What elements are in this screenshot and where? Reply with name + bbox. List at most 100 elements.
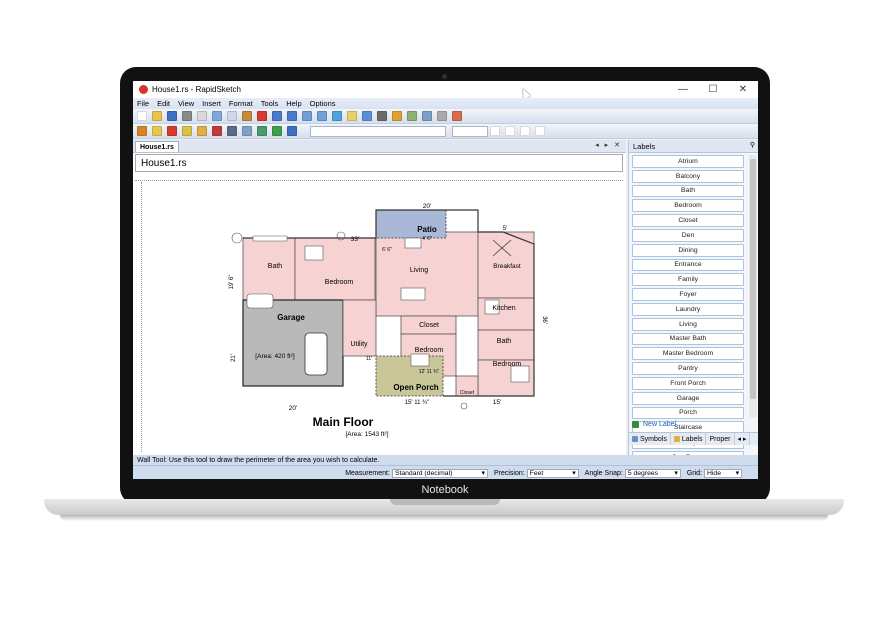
tab-symbols[interactable]: Symbols [629,433,671,445]
monitor-icon[interactable] [287,126,297,136]
grid-label: Grid: [686,469,702,477]
panel-tab-arrows[interactable]: ◂ ▸ [735,433,751,445]
status-bar: Wall Tool: Use this tool to draw the per… [133,455,758,465]
italic-icon[interactable] [505,126,515,136]
grid-value: Hide [707,469,721,477]
line-style-icon[interactable] [437,111,447,121]
menu-view[interactable]: View [174,99,198,108]
font-size-combo[interactable] [451,125,488,137]
print-icon[interactable] [182,111,192,121]
minimize-button[interactable]: — [668,81,698,98]
label-item-front-porch[interactable]: Front Porch [632,376,744,390]
measurement-select[interactable]: Standard (decimal) ▾ [391,468,488,478]
redo-icon[interactable] [287,111,297,121]
label-item-master-bedroom[interactable]: Master Bedroom [632,347,744,361]
tab-properties[interactable]: Proper [706,433,735,445]
angle-snap-select[interactable]: 5 degrees ▾ [624,468,681,478]
label-item-living[interactable]: Living [632,317,744,331]
rectangle-icon[interactable] [212,126,222,136]
pencil-icon[interactable] [182,126,192,136]
label-bedroom3: Bedroom [493,361,522,368]
dim-porch-width: 15' 11 ¾" [405,400,430,406]
dim-5: 5' [503,226,507,232]
menu-format[interactable]: Format [225,99,257,108]
cut-icon[interactable] [212,111,222,121]
tab-properties-label: Proper [709,435,731,443]
link-icon[interactable] [227,126,237,136]
car-symbol-icon [304,332,328,376]
angle-snap-label: Angle Snap: [584,469,623,477]
undo-icon[interactable] [272,111,282,121]
table-icon[interactable] [257,126,267,136]
labels-scroll-thumb[interactable] [750,159,756,399]
menu-help[interactable]: Help [282,99,305,108]
grid-select[interactable]: Hide ▾ [704,468,742,478]
menu-edit[interactable]: Edit [153,99,174,108]
zoom-in-icon[interactable] [302,111,312,121]
label-item-den[interactable]: Den [632,228,744,242]
color-picker-icon[interactable] [167,126,177,136]
note-icon[interactable] [347,111,357,121]
new-label-button[interactable]: New Label [632,419,752,429]
delete-icon[interactable] [257,111,267,121]
label-item-master-bath[interactable]: Master Bath [632,332,744,346]
tab-labels[interactable]: Labels [671,433,707,445]
label-item-family[interactable]: Family [632,273,744,287]
label-item-bath[interactable]: Bath [632,184,744,198]
status-text: Wall Tool: Use this tool to draw the per… [137,456,380,464]
print-preview-icon[interactable] [197,111,207,121]
label-item-balcony[interactable]: Balcony [632,169,744,183]
paint-icon[interactable] [407,111,417,121]
fire-icon[interactable] [137,126,147,136]
label-item-foyer[interactable]: Foyer [632,288,744,301]
wall-tool-icon[interactable] [392,111,402,121]
label-item-pantry[interactable]: Pantry [632,362,744,375]
labels-scrollbar[interactable] [749,155,757,417]
label-item-atrium[interactable]: Atrium [632,155,744,168]
label-item-bedroom[interactable]: Bedroom [632,199,744,213]
bold-icon[interactable] [490,126,500,136]
align-icon[interactable] [535,126,545,136]
zoom-out-icon[interactable] [317,111,327,121]
laptop-notch [390,499,500,505]
underline-icon[interactable] [520,126,530,136]
new-label-text: New Label [643,420,677,428]
edit-icon[interactable] [362,111,372,121]
diamond-icon[interactable] [152,126,162,136]
labels-panel-header: Labels ⚲ [629,140,758,153]
copy-icon[interactable] [227,111,237,121]
label-item-laundry[interactable]: Laundry [632,302,744,316]
open-folder-icon[interactable] [152,111,162,121]
label-item-closet[interactable]: Closet [632,214,744,227]
floor-plan-canvas[interactable]: Bath Bedroom Patio Living Breakfast Kitc… [133,140,626,455]
menu-options[interactable]: Options [306,99,340,108]
fill-icon[interactable] [422,111,432,121]
menu-file[interactable]: File [133,99,153,108]
close-button[interactable]: ✕ [728,81,758,98]
label-item-entrance[interactable]: Entrance [632,258,744,272]
label-bath1: Bath [268,263,283,270]
save-icon[interactable] [167,111,177,121]
label-item-garage[interactable]: Garage [632,391,744,405]
new-file-icon[interactable] [137,111,147,121]
menu-insert[interactable]: Insert [198,99,225,108]
pin-icon[interactable]: ⚲ [750,141,755,149]
panel-tabs: Symbols Labels Proper ◂ ▸ [629,432,758,445]
layer-icon[interactable] [272,126,282,136]
zoom-fit-icon[interactable] [332,111,342,121]
grid-icon[interactable] [377,111,387,121]
precision-value: Feet [529,469,544,477]
image-icon[interactable] [242,126,252,136]
paste-icon[interactable] [242,111,252,121]
label-item-dining[interactable]: Dining [632,243,744,257]
font-name-combo[interactable] [309,125,446,137]
shape-icon[interactable] [452,111,462,121]
precision-label: Precision: [493,469,525,477]
precision-select[interactable]: Feet ▾ [526,468,579,478]
menu-tools[interactable]: Tools [257,99,283,108]
chevron-down-icon: ▾ [674,470,678,477]
maximize-button[interactable]: ☐ [698,81,728,98]
highlighter-icon[interactable] [197,126,207,136]
label-item-porch[interactable]: Porch [632,406,744,420]
label-bedroom2: Bedroom [415,347,444,354]
